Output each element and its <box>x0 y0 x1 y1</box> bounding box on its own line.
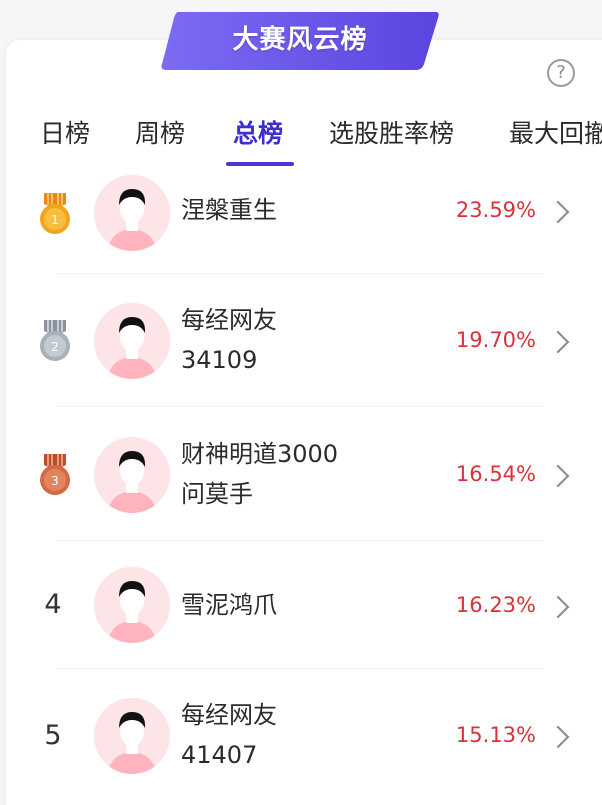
chevron-right-icon <box>546 330 570 354</box>
title-banner: 大赛风云榜 <box>160 10 440 70</box>
return-percent: 16.54% <box>455 462 536 486</box>
user-name: 财神明道3000 <box>181 440 339 468</box>
user-name: 雪泥鸿爪 <box>181 591 277 619</box>
user-name-line2: 问莫手 <box>181 480 253 508</box>
row-divider <box>57 273 544 274</box>
svg-text:2: 2 <box>51 340 59 354</box>
tab-overall[interactable]: 总榜 <box>233 114 283 150</box>
return-percent: 23.59% <box>455 198 536 222</box>
ranking-row-2[interactable]: 2 每经网友 34109 19.70% <box>0 303 602 405</box>
return-percent: 15.13% <box>455 723 536 747</box>
rank-number: 4 <box>44 589 62 620</box>
chevron-right-icon <box>546 725 570 749</box>
return-percent: 16.23% <box>455 593 536 617</box>
avatar <box>94 175 170 251</box>
user-name: 每经网友 <box>181 306 277 334</box>
avatar <box>94 437 170 513</box>
bronze-medal-icon: 3 <box>40 454 70 495</box>
user-name-line2: 41407 <box>181 741 258 769</box>
tab-daily[interactable]: 日榜 <box>40 114 90 150</box>
help-icon[interactable]: ? <box>547 59 575 87</box>
rank-number: 5 <box>44 720 62 751</box>
tab-bar: 日榜 周榜 总榜 选股胜率榜 最大回撤 <box>0 104 602 166</box>
avatar <box>94 567 170 643</box>
chevron-right-icon <box>546 200 570 224</box>
svg-text:3: 3 <box>51 474 59 488</box>
avatar <box>94 698 170 774</box>
ranking-row-4[interactable]: 4 雪泥鸿爪 16.23% <box>0 567 602 669</box>
return-percent: 19.70% <box>455 328 536 352</box>
avatar <box>94 303 170 379</box>
svg-text:1: 1 <box>51 213 59 227</box>
chevron-right-icon <box>546 464 570 488</box>
tab-win-rate[interactable]: 选股胜率榜 <box>329 114 454 150</box>
leaderboard-page: 大赛风云榜 ? 日榜 周榜 总榜 选股胜率榜 最大回撤 1 涅槃重生 23.59… <box>0 0 602 805</box>
user-name-line2: 34109 <box>181 346 258 374</box>
chevron-right-icon <box>546 595 570 619</box>
silver-medal-icon: 2 <box>40 320 70 361</box>
gold-medal-icon: 1 <box>40 193 70 234</box>
ranking-row-3[interactable]: 3 财神明道3000 问莫手 16.54% <box>0 437 602 539</box>
row-divider <box>57 540 544 541</box>
row-divider <box>57 668 544 669</box>
ranking-row-5[interactable]: 5 每经网友 41407 15.13% <box>0 698 602 800</box>
user-name: 涅槃重生 <box>181 196 277 224</box>
active-tab-indicator <box>226 162 294 166</box>
banner-title: 大赛风云榜 <box>232 25 368 55</box>
ranking-row-1[interactable]: 1 涅槃重生 23.59% <box>0 172 602 274</box>
row-divider <box>57 406 544 407</box>
tab-max-drawdown[interactable]: 最大回撤 <box>509 114 602 150</box>
tab-weekly[interactable]: 周榜 <box>135 114 185 150</box>
user-name: 每经网友 <box>181 701 277 729</box>
